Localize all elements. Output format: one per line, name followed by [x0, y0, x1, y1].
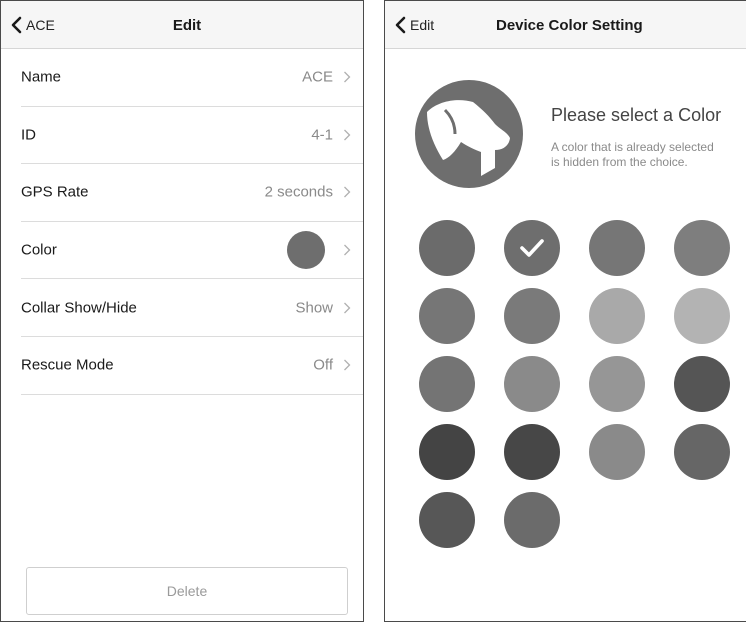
select-color-heading: Please select a Color — [551, 105, 722, 125]
chevron-right-icon — [344, 359, 351, 371]
row-label: Color — [21, 241, 57, 259]
row-value: ACE — [302, 68, 333, 86]
color-swatch[interactable] — [419, 356, 475, 412]
page-title: Device Color Setting — [496, 17, 643, 34]
chevron-right-icon — [344, 244, 351, 256]
color-setting-screen: Edit Device Color Setting Please select … — [384, 0, 746, 622]
row-value: Show — [295, 299, 333, 317]
row-color[interactable]: Color — [21, 222, 363, 280]
color-navbar: Edit Device Color Setting — [385, 1, 746, 49]
color-swatch[interactable] — [589, 220, 645, 276]
row-value: 4-1 — [311, 126, 333, 144]
color-swatch[interactable] — [504, 288, 560, 344]
color-swatch-selected[interactable] — [504, 220, 560, 276]
row-gps-rate[interactable]: GPS Rate 2 seconds — [21, 164, 363, 222]
settings-list: Name ACE ID 4-1 GPS Rate 2 seconds Color… — [1, 49, 363, 395]
delete-button[interactable]: Delete — [26, 567, 348, 615]
color-swatch[interactable] — [504, 492, 560, 548]
hint-line-2: is hidden from the choice. — [551, 155, 688, 169]
row-name[interactable]: Name ACE — [21, 49, 363, 107]
chevron-left-icon — [395, 16, 406, 34]
row-value: Off — [313, 356, 333, 374]
edit-navbar: ACE Edit — [1, 1, 363, 49]
chevron-right-icon — [344, 302, 351, 314]
row-collar-show-hide[interactable]: Collar Show/Hide Show — [21, 279, 363, 337]
back-button-label: Edit — [410, 17, 435, 33]
row-rescue-mode[interactable]: Rescue Mode Off — [21, 337, 363, 395]
hint-line-1: A color that is already selected — [551, 140, 714, 154]
color-swatch[interactable] — [419, 492, 475, 548]
dog-head-icon — [415, 80, 523, 188]
checkmark-icon — [520, 239, 544, 257]
back-button[interactable]: Edit — [395, 14, 434, 36]
color-swatch[interactable] — [419, 424, 475, 480]
color-swatch[interactable] — [589, 288, 645, 344]
row-id[interactable]: ID 4-1 — [21, 107, 363, 165]
row-value: 2 seconds — [264, 183, 333, 201]
current-color-swatch — [287, 231, 325, 270]
row-label: Rescue Mode — [21, 356, 114, 374]
edit-screen: ACE Edit Name ACE ID 4-1 GPS Rate 2 seco… — [0, 0, 364, 622]
color-swatch[interactable] — [504, 424, 560, 480]
color-swatch[interactable] — [419, 288, 475, 344]
row-label: GPS Rate — [21, 183, 89, 201]
color-swatch[interactable] — [674, 424, 730, 480]
color-swatch[interactable] — [674, 288, 730, 344]
chevron-right-icon — [344, 187, 351, 198]
color-swatch[interactable] — [674, 220, 730, 276]
row-label: Name — [21, 68, 62, 86]
color-swatch[interactable] — [674, 356, 730, 412]
chevron-right-icon — [344, 129, 351, 141]
row-label: ID — [21, 126, 36, 144]
page-title: Edit — [172, 17, 202, 34]
color-swatch[interactable] — [589, 356, 645, 412]
row-label: Collar Show/Hide — [21, 299, 137, 317]
color-swatch[interactable] — [589, 424, 645, 480]
select-color-hint: A color that is already selected is hidd… — [551, 140, 714, 170]
color-swatch[interactable] — [419, 220, 475, 276]
color-swatch[interactable] — [504, 356, 560, 412]
chevron-right-icon — [344, 71, 351, 83]
